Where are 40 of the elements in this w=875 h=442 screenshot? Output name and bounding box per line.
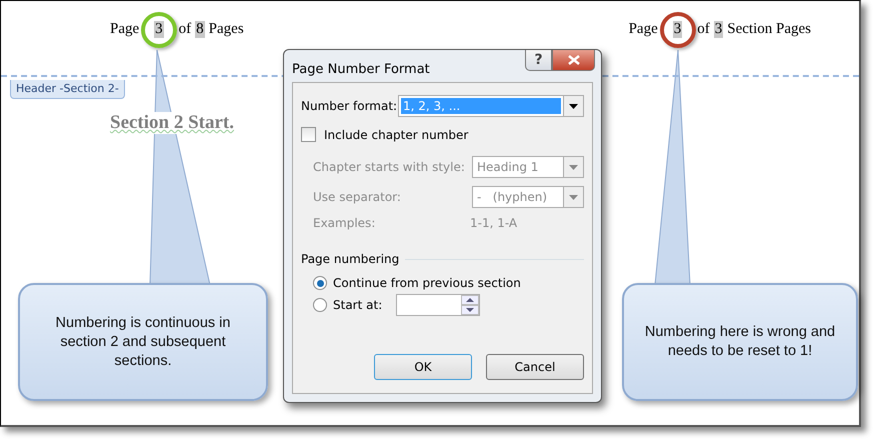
start-at-field[interactable] [396, 294, 480, 316]
field-label: Use separator: [313, 190, 401, 204]
radio-label: Continue from previous section [333, 276, 521, 290]
field-label: Number format: [301, 99, 398, 113]
section-heading: Section 2 Start. [110, 112, 234, 134]
callout-text: Numbering here is wrong and needs to be reset to 1! [622, 283, 858, 401]
dialog-title: Page Number Format [292, 62, 430, 77]
spin-down-button[interactable] [461, 305, 480, 315]
header-text: Pages [208, 20, 244, 38]
group-label: Page numbering [301, 252, 400, 266]
dialog-button[interactable]: OK [374, 354, 472, 380]
page-count-field: 3 [714, 20, 724, 38]
dialog-button[interactable]: Cancel [486, 354, 584, 380]
radio-label: Start at: [333, 298, 382, 312]
dropdown-arrow-icon [569, 104, 578, 108]
down-arrow-icon [466, 308, 474, 312]
header-text: Section Pages [727, 20, 811, 38]
radio-button[interactable] [313, 276, 327, 290]
examples-value: 1-1, 1-A [470, 216, 518, 230]
dropdown-arrow-icon [569, 194, 578, 200]
header-text: Page [110, 20, 140, 38]
close-icon [568, 55, 580, 65]
help-button[interactable]: ? [525, 50, 552, 71]
field-label: Chapter starts with style: [313, 160, 465, 174]
dropdown-arrow-icon [569, 164, 578, 170]
page-number-field: 3 [672, 20, 682, 38]
field-label: Examples: [313, 216, 376, 230]
checkbox-label: Include chapter number [324, 128, 468, 142]
up-arrow-icon [466, 298, 474, 302]
page-count-field: 8 [195, 20, 205, 38]
header-text: Page [628, 20, 658, 38]
close-button[interactable] [552, 50, 595, 71]
page-number-field: 3 [154, 20, 164, 38]
checkbox[interactable] [301, 127, 316, 142]
callout-text: Numbering is continuous in section 2 and subsequent sections. [18, 283, 268, 401]
header-text: of [178, 20, 192, 38]
radio-button[interactable] [313, 298, 327, 312]
header-text: of [697, 20, 710, 38]
header-section-tag: Header -Section 2- [10, 80, 125, 99]
spin-up-button[interactable] [461, 295, 480, 305]
